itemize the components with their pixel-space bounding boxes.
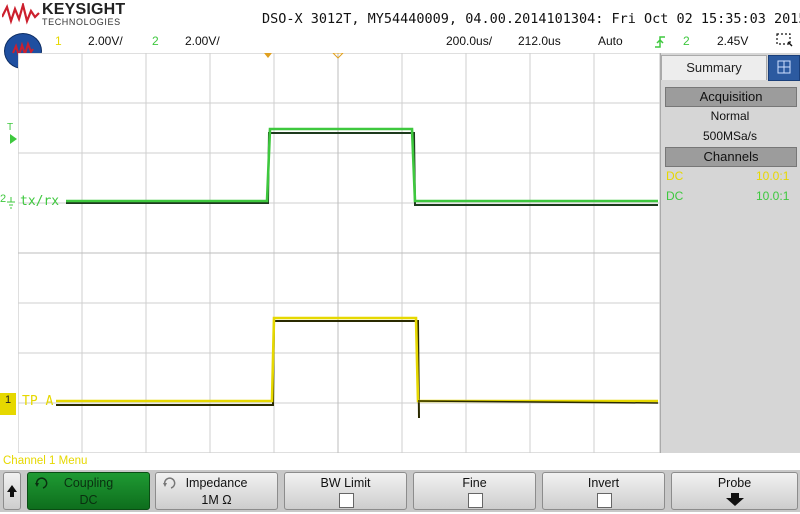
submenu-arrow-down-icon: [726, 493, 744, 506]
channels-header: Channels: [665, 147, 797, 167]
trigger-level-arrow-icon[interactable]: [10, 134, 17, 144]
ch1-marker-number: 1: [4, 394, 12, 406]
ch2-coupling: DC: [666, 189, 684, 203]
delay[interactable]: 212.0us: [518, 34, 561, 48]
bw-limit-checkbox[interactable]: [339, 493, 354, 508]
selection-box-icon[interactable]: [776, 33, 794, 47]
keysight-logo-icon: [2, 3, 40, 25]
probe-label: Probe: [717, 476, 752, 490]
timebase[interactable]: 200.0us/: [446, 34, 492, 48]
grid-settings-icon: [777, 60, 791, 74]
menu-title: Channel 1 Menu: [3, 455, 88, 467]
impedance-softkey[interactable]: Impedance 1M Ω: [155, 472, 278, 510]
ch1-probe-ratio: 10.0:1: [756, 169, 790, 183]
tab-summary[interactable]: Summary: [661, 55, 767, 80]
ch1-ground-marker[interactable]: 1: [0, 393, 16, 415]
ch2-probe-ratio: 10.0:1: [756, 189, 790, 203]
brand-subtitle: TECHNOLOGIES: [42, 17, 121, 27]
ch1-coupling: DC: [666, 169, 684, 183]
trigger-level-marker[interactable]: T: [7, 122, 13, 133]
fine-softkey[interactable]: Fine: [413, 472, 536, 510]
menu-up-button[interactable]: [3, 472, 21, 510]
coupling-label: Coupling: [63, 476, 114, 490]
bw-limit-softkey[interactable]: BW Limit: [284, 472, 407, 510]
acquisition-rate: 500MSa/s: [702, 129, 758, 143]
invert-label: Invert: [587, 476, 620, 490]
trigger-mode[interactable]: Auto: [598, 34, 623, 48]
arrow-up-icon: [7, 485, 17, 497]
acquisition-mode: Normal: [710, 109, 750, 123]
probe-softkey[interactable]: Probe: [671, 472, 798, 510]
ch1-scale[interactable]: 2.00V/: [88, 34, 123, 48]
ch2-trace-label: tx/rx: [20, 194, 59, 209]
acquisition-header: Acquisition: [665, 87, 797, 107]
ch2-ground-icon: [7, 197, 15, 209]
ch1-number[interactable]: 1: [55, 34, 62, 48]
impedance-label: Impedance: [185, 476, 248, 490]
instrument-title: DSO-X 3012T, MY54440009, 04.00.201410130…: [262, 11, 800, 27]
fine-checkbox[interactable]: [468, 493, 483, 508]
tab-settings[interactable]: [768, 55, 800, 81]
invert-softkey[interactable]: Invert: [542, 472, 665, 510]
trigger-edge-icon[interactable]: [654, 35, 666, 49]
waveform-display[interactable]: tx/rx TP A: [18, 53, 660, 453]
ch2-scale[interactable]: 2.00V/: [185, 34, 220, 48]
trigger-level[interactable]: 2.45V: [717, 34, 748, 48]
ch2-number[interactable]: 2: [152, 34, 159, 48]
coupling-softkey[interactable]: Coupling DC: [27, 472, 150, 510]
bw-limit-label: BW Limit: [320, 476, 371, 490]
coupling-value: DC: [79, 493, 98, 507]
impedance-value: 1M Ω: [201, 493, 232, 507]
ch1-trace-label: TP A: [22, 394, 53, 409]
fine-label: Fine: [462, 476, 487, 490]
invert-checkbox[interactable]: [597, 493, 612, 508]
trigger-source[interactable]: 2: [683, 34, 690, 48]
